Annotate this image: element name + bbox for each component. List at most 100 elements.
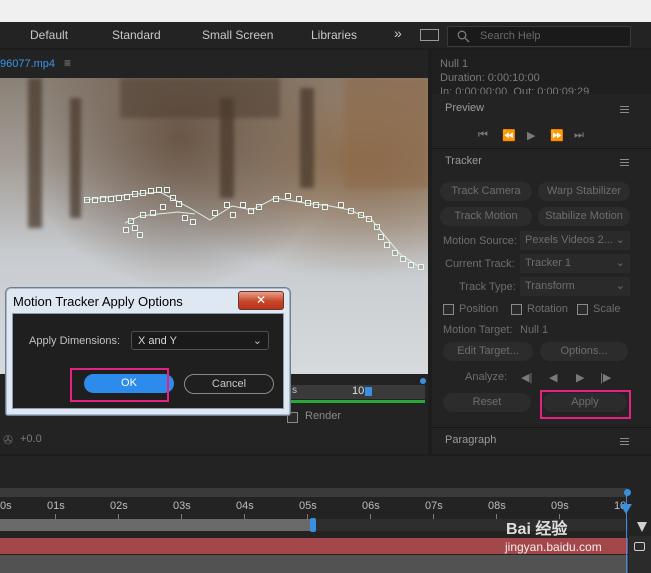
scale-label: Scale [593, 303, 621, 315]
tracker-panel-menu-icon[interactable] [620, 159, 629, 166]
track-point [164, 187, 170, 193]
motion-source-label: Motion Source: [443, 235, 517, 247]
scale-checkbox[interactable] [577, 304, 588, 315]
tick-label: 01s [47, 500, 65, 512]
track-point [150, 210, 156, 216]
track-point [374, 224, 380, 230]
panel-divider [432, 427, 651, 428]
track-point [124, 194, 130, 200]
preview-panel-title: Preview [445, 102, 485, 114]
track-point [408, 262, 414, 268]
motion-source-value: Pexels Videos 2... [525, 234, 613, 246]
mini-timeline-marker: 10 [352, 385, 365, 397]
workspace-libraries[interactable]: Libraries [311, 28, 357, 42]
track-point [212, 210, 218, 216]
analyze-forward-icon[interactable]: ▶ [576, 371, 584, 384]
track-point [190, 219, 196, 225]
preview-next-frame-icon[interactable]: ⏩ [550, 129, 564, 142]
footage-tab-menu-icon[interactable]: ≡ [64, 56, 71, 70]
track-point [418, 264, 424, 270]
track-point [132, 225, 138, 231]
dialog-close-button[interactable]: ✕ [238, 291, 284, 310]
workspace-default[interactable]: Default [30, 28, 68, 42]
track-point [84, 197, 90, 203]
time-navigator[interactable] [0, 488, 628, 497]
apply-dimensions-select[interactable]: X and Y ⌄ [131, 331, 269, 350]
exposure-icon[interactable]: ✇ [3, 433, 13, 447]
track-point [128, 218, 134, 224]
tick-label: 07s [425, 500, 443, 512]
tracker-panel-title: Tracker [445, 155, 482, 167]
track-camera-button[interactable]: Track Camera [440, 182, 532, 201]
footage-mini-timeline[interactable]: s 10 [290, 385, 425, 399]
playhead-handle[interactable] [620, 504, 632, 514]
comp-marker-bin-icon[interactable] [634, 542, 645, 551]
motion-target-value: Null 1 [520, 324, 549, 336]
timeline-end-marker-icon[interactable] [637, 522, 647, 532]
preview-first-frame-icon[interactable]: ⏮ [478, 129, 488, 142]
search-help-input[interactable]: Search Help [447, 26, 631, 47]
watermark-brand: Bai 经验 [506, 521, 568, 538]
work-area-end-handle[interactable] [310, 518, 316, 532]
track-point [322, 204, 328, 210]
track-point [176, 201, 182, 207]
tick-label: 02s [110, 500, 128, 512]
track-point [358, 212, 364, 218]
workspace-overflow-icon[interactable]: » [394, 25, 402, 41]
work-area-bar[interactable] [0, 519, 314, 531]
preview-panel-menu-icon[interactable] [620, 106, 629, 113]
track-point [248, 208, 254, 214]
preview-play-icon[interactable]: ▶ [527, 129, 535, 142]
apply-button-highlight [540, 390, 631, 419]
track-point [285, 193, 291, 199]
edit-target-button[interactable]: Edit Target... [443, 342, 533, 361]
chevron-down-icon: ⌄ [252, 335, 262, 347]
tick-label: 06s [362, 500, 380, 512]
track-point [338, 202, 344, 208]
current-track-select[interactable]: Tracker 1 ⌄ [520, 254, 630, 273]
track-point [256, 204, 262, 210]
stabilize-motion-button[interactable]: Stabilize Motion [538, 207, 630, 226]
workspace-standard[interactable]: Standard [112, 28, 161, 42]
options-button[interactable]: Options... [540, 342, 628, 361]
analyze-backward-icon[interactable]: ◀ [549, 371, 557, 384]
apply-dimensions-label: Apply Dimensions: [29, 335, 121, 347]
track-point [273, 196, 279, 202]
cancel-button[interactable]: Cancel [184, 374, 274, 394]
rotation-checkbox[interactable] [511, 304, 522, 315]
search-help-placeholder: Search Help [480, 30, 541, 42]
tick-label: 09s [551, 500, 569, 512]
analyze-forward-one-icon[interactable]: |▶ [600, 371, 611, 384]
close-icon: ✕ [255, 293, 267, 307]
track-motion-button[interactable]: Track Motion [440, 207, 532, 226]
panel-toggle-icon[interactable] [420, 29, 439, 41]
track-point [100, 196, 106, 202]
track-point [140, 212, 146, 218]
paragraph-panel-menu-icon[interactable] [620, 438, 629, 445]
layer-bar-footage[interactable] [0, 555, 628, 573]
exposure-value[interactable]: +0.0 [20, 433, 42, 445]
preview-prev-frame-icon[interactable]: ⏪ [502, 129, 516, 142]
info-line-2: Duration: 0:00:10:00 [440, 72, 540, 84]
warp-stabilizer-button[interactable]: Warp Stabilizer [538, 182, 630, 201]
reset-button[interactable]: Reset [443, 393, 531, 412]
analyze-back-one-icon[interactable]: ◀| [521, 371, 532, 384]
track-point [378, 234, 384, 240]
track-point [296, 196, 302, 202]
preview-last-frame-icon[interactable]: ⏭ [574, 129, 584, 142]
track-point [230, 212, 236, 218]
apply-dimensions-value: X and Y [138, 335, 177, 347]
workspace-small-screen[interactable]: Small Screen [202, 28, 273, 42]
tick-label: 04s [236, 500, 254, 512]
mini-timeline-cache-bar [290, 400, 425, 403]
analyze-label: Analyze: [465, 371, 508, 383]
motion-source-select[interactable]: Pexels Videos 2... ⌄ [520, 231, 630, 250]
panel-divider [432, 148, 651, 149]
mini-playhead[interactable] [365, 387, 372, 396]
mini-end-marker [420, 378, 426, 384]
footage-tab[interactable]: 96077.mp4 [0, 58, 55, 70]
track-type-select[interactable]: Transform ⌄ [520, 277, 630, 296]
track-point [182, 215, 188, 221]
dialog-title: Motion Tracker Apply Options [13, 294, 183, 309]
position-checkbox[interactable] [443, 304, 454, 315]
